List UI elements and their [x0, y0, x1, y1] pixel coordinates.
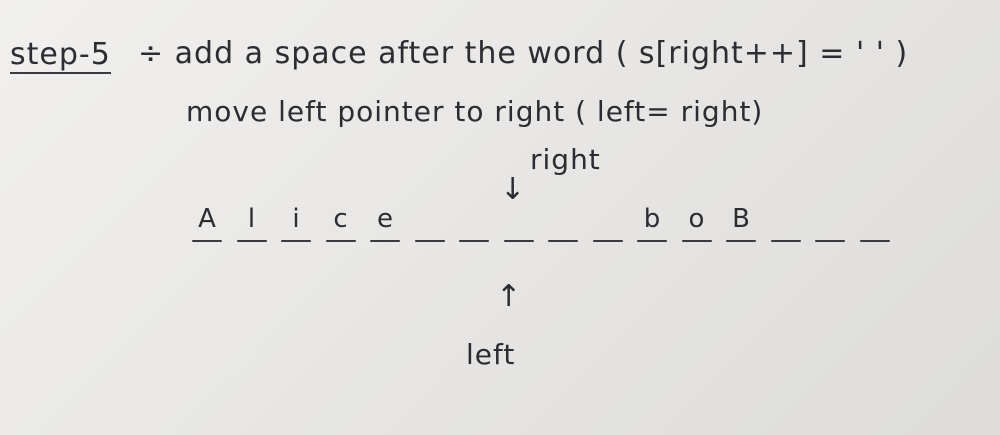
array-cell-char: o	[688, 204, 705, 234]
array-cell-underline	[236, 240, 267, 242]
array-cell-char: A	[198, 204, 216, 234]
array-cell-underline	[459, 240, 489, 242]
array-cell-underline	[281, 240, 311, 242]
array-cell: c	[322, 202, 360, 252]
array-cell: o	[678, 202, 716, 252]
array-cell	[544, 202, 582, 252]
up-arrow-icon: ↑	[496, 279, 522, 314]
array-cell-underline	[637, 240, 667, 242]
array-cell	[455, 202, 493, 252]
array-cell-underline	[414, 240, 445, 242]
array-cell-underline	[192, 240, 222, 242]
array-cell: e	[366, 202, 404, 252]
array-cell	[811, 202, 849, 252]
array-cell-underline	[726, 240, 756, 242]
array-cell-char: l	[247, 204, 256, 234]
array-cell-char: i	[292, 204, 300, 234]
array-cell-char: b	[643, 204, 661, 234]
array-cell	[589, 202, 627, 252]
array-cell-underline	[859, 240, 890, 242]
array-cell	[500, 202, 538, 252]
array-cell-underline	[503, 240, 534, 242]
array-cell-char: c	[333, 204, 348, 234]
array-cell-char: B	[732, 204, 750, 234]
array-cell-char: e	[377, 204, 393, 234]
array-cell	[767, 202, 805, 252]
array-cell-underline	[325, 240, 356, 242]
array-cell: l	[233, 202, 271, 252]
array-cell: b	[633, 202, 671, 252]
notebook-page: step-5 ÷ add a space after the word ( s[…	[0, 0, 1000, 435]
array-cell: i	[277, 202, 315, 252]
array-cell-underline	[548, 240, 578, 242]
array-cell-underline	[770, 240, 801, 242]
array-cell	[411, 202, 449, 252]
array-cell: B	[722, 202, 760, 252]
array-cell	[856, 202, 894, 252]
array-cell-underline	[592, 240, 623, 242]
array-cell-underline	[370, 240, 400, 242]
array-cell: A	[188, 202, 226, 252]
array-cell-underline	[681, 240, 712, 242]
left-pointer-label: left	[466, 338, 516, 371]
array-cell-underline	[815, 240, 845, 242]
